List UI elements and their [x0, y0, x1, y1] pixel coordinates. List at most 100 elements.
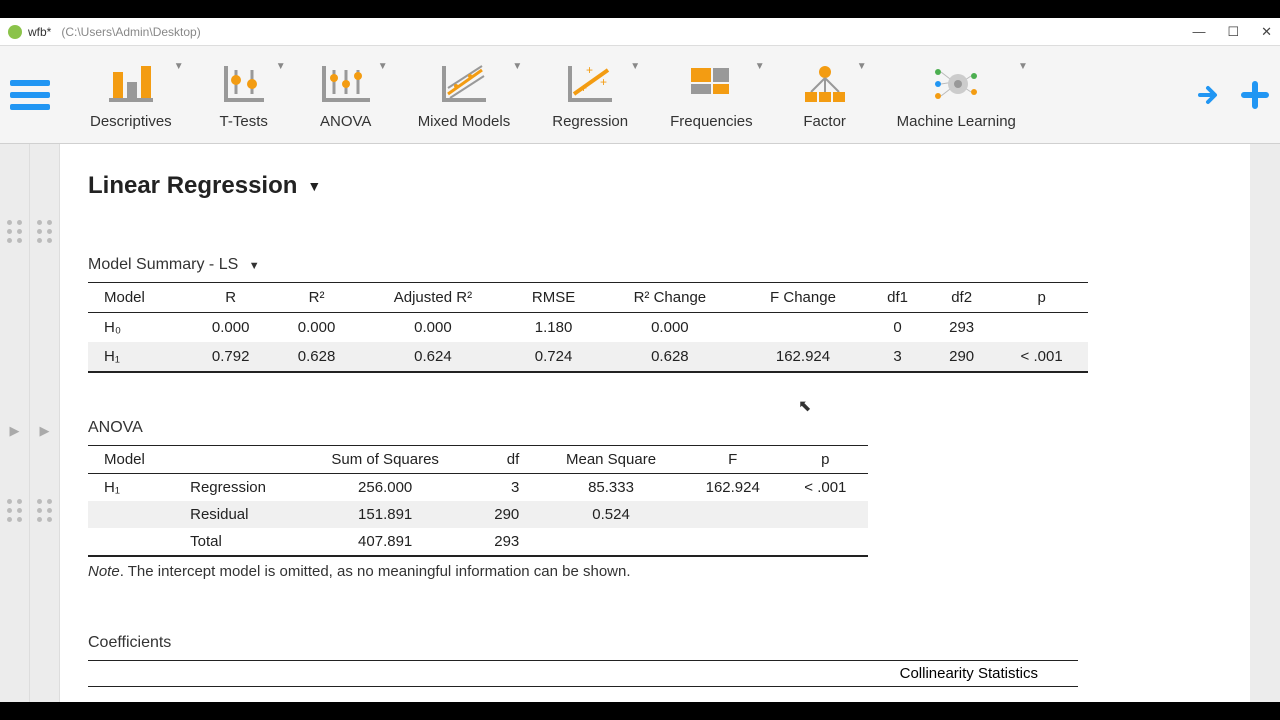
table-row: Total 407.891 293	[88, 528, 868, 556]
anova-table: Model Sum of Squares df Mean Square F p …	[88, 445, 868, 557]
chevron-down-icon: ▼	[174, 61, 184, 72]
minimize-button[interactable]: —	[1192, 24, 1205, 40]
window-title: wfb*	[28, 25, 51, 39]
col-header	[174, 446, 303, 474]
window-path: (C:\Users\Admin\Desktop)	[61, 25, 200, 39]
col-header: Adjusted R²	[360, 283, 507, 313]
col-header: R²	[274, 283, 360, 313]
cell: Total	[174, 528, 303, 556]
menu-button[interactable]	[10, 80, 50, 110]
bar-chart-icon	[101, 59, 161, 109]
collinearity-header: Collinearity Statistics	[900, 665, 1038, 682]
main-toolbar: ▼ Descriptives ▼ T-Tests ▼ ANOVA ▼ M	[0, 46, 1280, 144]
toolbar-descriptives[interactable]: ▼ Descriptives	[90, 59, 172, 130]
drag-handle-icon[interactable]	[37, 499, 53, 522]
toolbar-factor[interactable]: ▼ Factor	[795, 59, 855, 130]
cell: 290	[468, 501, 540, 528]
col-header: R	[188, 283, 274, 313]
drag-handle-icon[interactable]	[7, 220, 23, 243]
expand-arrow-icon[interactable]: ▶	[10, 423, 20, 439]
next-arrow-icon[interactable]	[1196, 82, 1222, 108]
cell: H₁	[88, 342, 188, 372]
col-header: p	[783, 446, 868, 474]
col-header: df1	[867, 283, 928, 313]
cell: 293	[468, 528, 540, 556]
left-gutter-2: ▶	[30, 144, 60, 702]
table-row: H₁ 0.792 0.628 0.624 0.724 0.628 162.924…	[88, 342, 1088, 372]
cell	[995, 313, 1088, 343]
cell: 0	[867, 313, 928, 343]
col-header: df	[468, 446, 540, 474]
close-button[interactable]: ✕	[1261, 24, 1272, 40]
cell	[783, 528, 868, 556]
cell: 0.792	[188, 342, 274, 372]
results-pane: Linear Regression ▼ Model Summary - LS ▼…	[60, 144, 1250, 702]
chevron-down-icon: ▼	[307, 178, 321, 194]
toolbar-ttests[interactable]: ▼ T-Tests	[214, 59, 274, 130]
col-header: Model	[88, 283, 188, 313]
chevron-down-icon: ▼	[512, 61, 522, 72]
drag-handle-icon[interactable]	[7, 499, 23, 522]
cell: 0.524	[539, 501, 682, 528]
toolbar-label: Descriptives	[90, 113, 172, 130]
col-header: Mean Square	[539, 446, 682, 474]
machine-learning-icon	[926, 59, 986, 109]
cell: 0.724	[506, 342, 601, 372]
toolbar-machine-learning[interactable]: ▼ Machine Learning	[897, 59, 1016, 130]
chevron-down-icon: ▼	[1018, 61, 1028, 72]
cell: 256.000	[303, 474, 468, 502]
cell: Residual	[174, 501, 303, 528]
note-text: . The intercept model is omitted, as no …	[120, 563, 631, 580]
drag-handle-icon[interactable]	[37, 220, 53, 243]
cell: 0.000	[274, 313, 360, 343]
cell	[88, 528, 174, 556]
toolbar-label: T-Tests	[220, 113, 268, 130]
cell: 407.891	[303, 528, 468, 556]
toolbar-label: Frequencies	[670, 113, 753, 130]
cell: 151.891	[303, 501, 468, 528]
col-header: Model	[88, 446, 174, 474]
cell: 0.624	[360, 342, 507, 372]
titlebar: wfb* (C:\Users\Admin\Desktop) — ☐ ✕	[0, 18, 1280, 46]
cell	[683, 528, 783, 556]
ttest-icon	[214, 59, 274, 109]
col-header: R² Change	[601, 283, 739, 313]
page-title[interactable]: Linear Regression ▼	[88, 172, 1190, 200]
cell	[539, 528, 682, 556]
chevron-down-icon: ▼	[249, 260, 260, 272]
chevron-down-icon: ▼	[276, 61, 286, 72]
toolbar-mixed-models[interactable]: ▼ Mixed Models	[418, 59, 511, 130]
cell: 0.628	[274, 342, 360, 372]
cell: 1.180	[506, 313, 601, 343]
add-button[interactable]	[1240, 80, 1270, 110]
toolbar-label: ANOVA	[320, 113, 371, 130]
col-header: Sum of Squares	[303, 446, 468, 474]
anova-title: ANOVA	[88, 419, 1190, 437]
toolbar-label: Mixed Models	[418, 113, 511, 130]
toolbar-label: Machine Learning	[897, 113, 1016, 130]
cell: < .001	[995, 342, 1088, 372]
col-header: RMSE	[506, 283, 601, 313]
cell: 0.000	[601, 313, 739, 343]
page-title-text: Linear Regression	[88, 172, 297, 200]
maximize-button[interactable]: ☐	[1227, 24, 1239, 40]
col-header: df2	[928, 283, 995, 313]
toolbar-regression[interactable]: ▼ +++ Regression	[552, 59, 628, 130]
cell: H₁	[88, 474, 174, 502]
note-prefix: Note	[88, 563, 120, 580]
cell	[683, 501, 783, 528]
chevron-down-icon: ▼	[755, 61, 765, 72]
col-header: F	[683, 446, 783, 474]
cell: 0.000	[188, 313, 274, 343]
toolbar-frequencies[interactable]: ▼ Frequencies	[670, 59, 753, 130]
chevron-down-icon: ▼	[378, 61, 388, 72]
cell: 290	[928, 342, 995, 372]
svg-text:+: +	[600, 75, 607, 89]
cell: 293	[928, 313, 995, 343]
toolbar-anova[interactable]: ▼ ANOVA	[316, 59, 376, 130]
expand-arrow-icon[interactable]: ▶	[40, 423, 50, 439]
coefficients-title: Coefficients	[88, 634, 1190, 652]
model-summary-title[interactable]: Model Summary - LS ▼	[88, 256, 1190, 274]
toolbar-label: Factor	[803, 113, 846, 130]
app-icon	[8, 25, 22, 39]
